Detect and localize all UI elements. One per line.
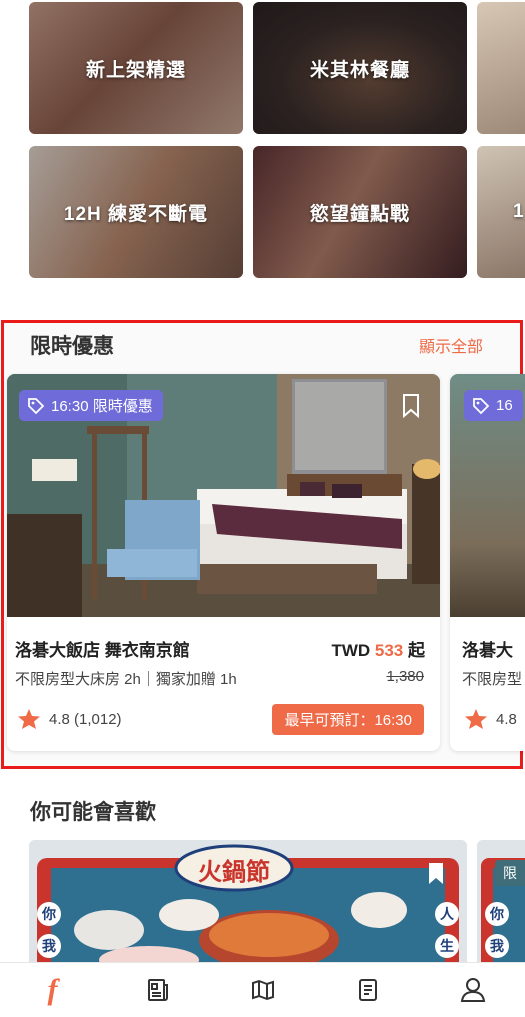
hotel-card[interactable]: 16:30 限時優惠 洛碁大飯店 舞衣南京館 TWD 533 起 不限房型大床房…	[7, 374, 440, 751]
promo-left-char: 我	[485, 934, 509, 958]
orders-icon	[356, 978, 380, 1002]
star-icon	[17, 708, 41, 730]
promo-right-char: 人	[435, 902, 459, 926]
bottom-tab-bar: f	[0, 962, 525, 1017]
price-suffix: 起	[408, 641, 425, 660]
show-all-link[interactable]: 顯示全部	[419, 333, 483, 357]
profile-icon	[460, 977, 486, 1003]
category-label: 新上架精選	[85, 59, 186, 81]
hotel-name: 洛碁大飯店 舞衣南京館	[15, 641, 190, 660]
price-currency: TWD	[331, 641, 371, 660]
badge-label: 16	[496, 397, 513, 414]
section-title: 你可能會喜歡	[30, 801, 156, 824]
hotel-card-next[interactable]: 16 洛碁大 不限房型 4.8	[450, 374, 525, 751]
tab-news[interactable]	[138, 970, 178, 1010]
price-value: 533	[374, 641, 404, 660]
earliest-booking-button[interactable]: 最早可預訂：16:30	[272, 704, 424, 735]
tag-icon	[472, 397, 490, 415]
category-tile-partial[interactable]: 1	[477, 146, 525, 278]
tab-profile[interactable]	[453, 970, 493, 1010]
hotel-photo: 16	[450, 374, 525, 617]
tab-home[interactable]: f	[33, 970, 73, 1010]
promo-left-char: 你	[485, 902, 509, 926]
category-tile-12h[interactable]: 12H 練愛不斷電	[29, 146, 243, 278]
promo-left-char: 你	[37, 902, 61, 926]
promo-banner[interactable]: 火鍋節 你 我 人 生	[29, 840, 467, 970]
category-label: 米其林餐廳	[309, 59, 410, 81]
star-icon	[464, 708, 488, 730]
rating-text: 4.8 (1,012)	[49, 710, 122, 728]
hotel-photo: 16:30 限時優惠	[7, 374, 440, 617]
limited-offer-badge: 16:30 限時優惠	[19, 390, 163, 421]
category-tile-michelin[interactable]: 米其林餐廳	[253, 2, 467, 134]
hotel-name: 洛碁大	[462, 641, 513, 660]
room-description: 不限房型	[462, 671, 523, 688]
badge-label: 16:30 限時優惠	[51, 398, 153, 415]
bookmark-icon[interactable]	[402, 394, 420, 419]
promo-banner-next[interactable]: 限 你 我	[477, 840, 525, 970]
original-price: 1,380	[386, 668, 424, 685]
category-tile-hour[interactable]: 慾望鐘點戰	[253, 146, 467, 278]
rating-text: 4.8	[496, 710, 517, 728]
rating: 4.8	[464, 708, 517, 730]
category-label: 慾望鐘點戰	[309, 203, 410, 225]
fb-logo-icon: f	[47, 973, 58, 1006]
news-icon	[146, 978, 170, 1002]
rating: 4.8 (1,012)	[17, 708, 122, 730]
tab-map[interactable]	[243, 970, 283, 1010]
room-description: 不限房型大床房 2h｜獨家加贈 1h	[15, 671, 237, 688]
category-tile-new[interactable]: 新上架精選	[29, 2, 243, 134]
tab-orders[interactable]	[348, 970, 388, 1010]
section-title: 限時優惠	[30, 335, 114, 358]
map-icon	[251, 978, 275, 1002]
limited-offer-badge: 16	[464, 390, 523, 421]
tag-icon	[27, 397, 45, 415]
price: TWD 533 起	[331, 636, 425, 661]
promo-title: 火鍋節	[198, 859, 270, 886]
category-label: 12H 練愛不斷電	[63, 203, 209, 225]
bookmark-icon[interactable]	[427, 862, 445, 891]
category-tile-partial[interactable]	[477, 2, 525, 134]
promo-left-char: 我	[37, 934, 61, 958]
promo-right-char: 生	[435, 934, 459, 958]
tile-image	[477, 2, 525, 134]
limited-offer-badge: 限	[495, 860, 525, 886]
